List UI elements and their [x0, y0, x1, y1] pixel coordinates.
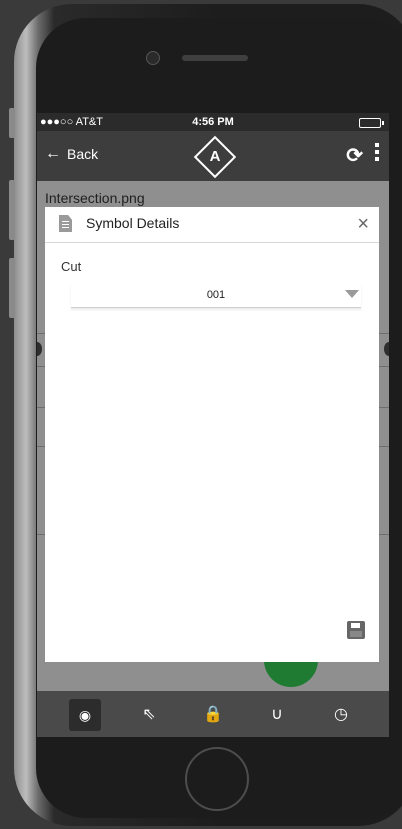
status-bar: ●●●○○ AT&T 4:56 PM: [37, 113, 389, 131]
view-tool[interactable]: ◉: [69, 699, 101, 731]
home-button[interactable]: [185, 747, 249, 811]
file-name: Intersection.png: [37, 181, 389, 207]
cut-select-value: 001: [206, 289, 226, 301]
clock: 4:56 PM: [192, 116, 234, 128]
magnet-tool[interactable]: ∪: [261, 699, 293, 731]
bottom-toolbar: ◉ ⇖ 🔒 ∪ ◷: [37, 691, 389, 737]
pointer-icon: ⇖: [142, 706, 156, 723]
back-button[interactable]: ← Back: [45, 145, 98, 163]
lock-tool[interactable]: 🔒: [197, 699, 229, 731]
nav-bar: ← Back A ⟳: [37, 131, 389, 181]
back-label: Back: [67, 146, 99, 162]
save-icon[interactable]: [347, 621, 365, 639]
refresh-icon[interactable]: ⟳: [346, 143, 363, 168]
more-options-icon[interactable]: [375, 143, 379, 164]
history-tool[interactable]: ◷: [325, 699, 357, 731]
select-tool[interactable]: ⇖: [133, 699, 165, 731]
dialog-header: Symbol Details ×: [45, 207, 379, 243]
earpiece-speaker: [182, 55, 248, 61]
canvas-handle: [384, 342, 389, 356]
front-camera: [146, 51, 160, 65]
eye-icon: ◉: [78, 707, 92, 723]
battery-icon: [359, 118, 384, 128]
app-screen: ●●●○○ AT&T 4:56 PM ← Back A ⟳ Intersecti…: [37, 113, 389, 737]
mute-switch: [9, 108, 15, 138]
dialog-title: Symbol Details: [86, 215, 180, 231]
volume-up-button: [9, 180, 15, 240]
logo-letter: A: [209, 148, 221, 165]
magnet-icon: ∪: [271, 706, 283, 723]
canvas-handle: [37, 342, 42, 356]
document-icon: [59, 215, 72, 232]
back-arrow-icon: ←: [45, 145, 61, 162]
cut-label: Cut: [61, 259, 82, 274]
chevron-down-icon: [345, 290, 359, 298]
cut-select[interactable]: 001: [71, 283, 361, 308]
close-icon[interactable]: ×: [357, 213, 369, 236]
symbol-details-dialog: Symbol Details × Cut 001: [45, 207, 379, 662]
clock-icon: ◷: [334, 706, 348, 723]
app-logo-icon: A: [193, 135, 237, 179]
volume-down-button: [9, 258, 15, 318]
lock-icon: 🔒: [203, 706, 223, 723]
